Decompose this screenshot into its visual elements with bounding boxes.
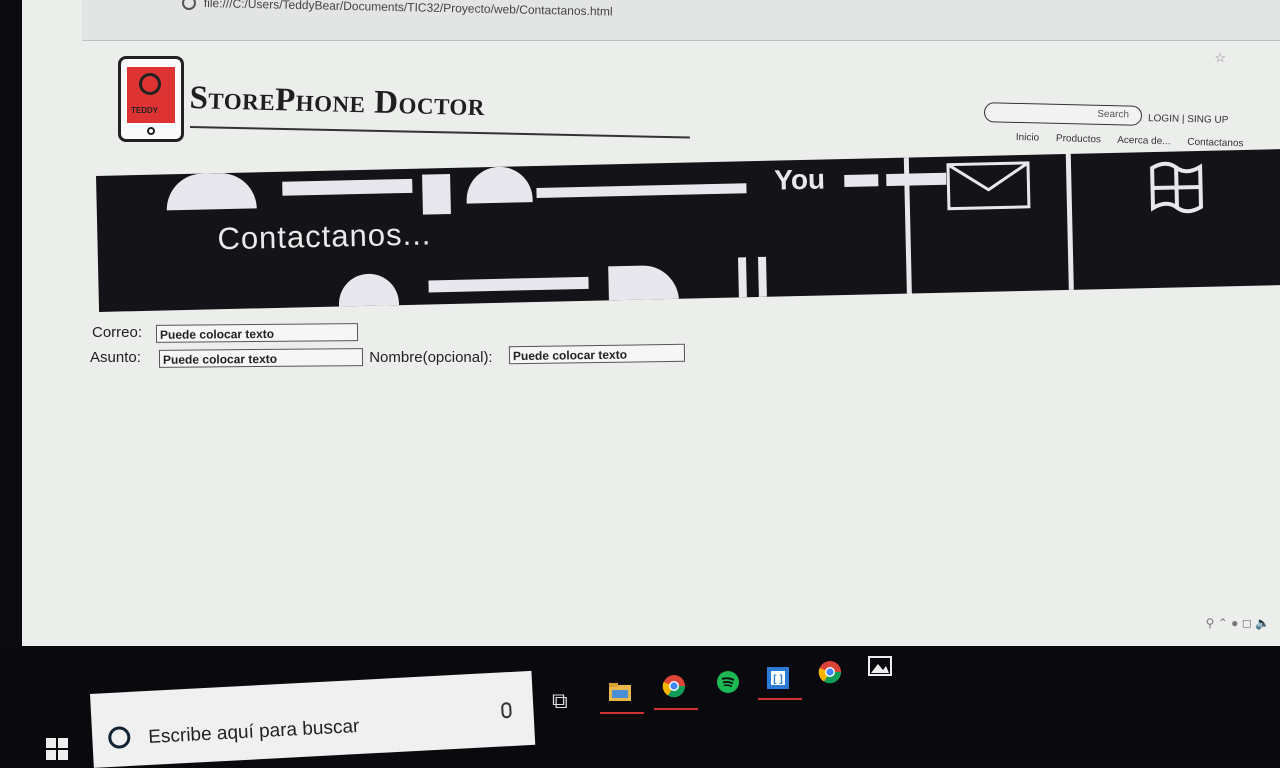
banner-shape <box>338 273 400 309</box>
active-indicator <box>654 708 698 710</box>
banner-divider <box>1065 153 1074 290</box>
address-bar[interactable]: file:///C:/Users/TeddyBear/Documents/TIC… <box>82 0 1280 41</box>
banner-shape <box>282 178 413 196</box>
mail-icon <box>946 161 1031 211</box>
info-icon <box>182 0 196 10</box>
site-search-input[interactable]: Search <box>983 102 1143 126</box>
nav-item-productos[interactable]: Productos <box>1056 133 1101 145</box>
correo-row: Correo: Puede colocar texto <box>92 323 359 343</box>
file-explorer-icon[interactable] <box>608 680 632 704</box>
banner-shape <box>465 166 533 204</box>
system-tray-icons[interactable]: ⚲ ⌃ ● ◻ 🔈 <box>1206 616 1270 630</box>
cortana-icon <box>107 725 131 750</box>
taskbar-search-box[interactable]: Escribe aquí para buscar <box>90 670 536 768</box>
login-signup-link[interactable]: LOGIN | SING UP <box>1148 113 1229 126</box>
youtube-text: You <box>773 163 826 196</box>
asunto-row: Asunto: Puede colocar texto Nombre(opcio… <box>90 343 685 368</box>
main-nav: Inicio Productos Acerca de... Contactano… <box>1016 132 1258 150</box>
logo-text: TEDDY <box>131 106 159 115</box>
windows-start-icon[interactable] <box>46 738 68 760</box>
task-view-icon[interactable]: ⧉ <box>552 688 576 713</box>
taskbar-search-placeholder: Escribe aquí para buscar <box>147 715 360 748</box>
logo-image: TEDDY <box>127 67 175 123</box>
chrome-icon-2[interactable] <box>818 660 842 684</box>
asunto-input[interactable]: Puede colocar texto <box>158 348 364 368</box>
active-indicator <box>600 712 644 714</box>
chrome-icon[interactable] <box>662 674 686 698</box>
correo-label: Correo: <box>92 324 143 341</box>
microphone-icon[interactable] <box>501 701 512 719</box>
logo-face-icon <box>139 73 161 95</box>
banner-heading: Contactanos... <box>217 216 432 257</box>
nav-item-contactanos[interactable]: Contactanos <box>1187 137 1243 150</box>
banner-shape <box>608 264 679 303</box>
contact-banner: You Contactanos... <box>96 149 1280 312</box>
photos-icon[interactable] <box>868 654 892 678</box>
nombre-label: Nombre(opcional): <box>369 349 493 366</box>
nav-item-acerca[interactable]: Acerca de... <box>1117 135 1171 147</box>
banner-shape <box>886 172 947 187</box>
banner-shape <box>422 173 451 215</box>
banner-shape <box>844 174 879 188</box>
banner-shape <box>536 183 747 199</box>
nombre-input[interactable]: Puede colocar texto <box>508 343 685 365</box>
svg-text:[ ]: [ ] <box>773 674 782 685</box>
browser-window: file:///C:/Users/TeddyBear/Documents/TIC… <box>22 0 1280 730</box>
title-divider <box>189 126 690 139</box>
logo[interactable]: TEDDY <box>118 56 184 142</box>
site-title: StorePhone Doctor <box>189 80 486 124</box>
spotify-icon[interactable] <box>716 670 740 694</box>
windows-flag-icon <box>1150 161 1204 214</box>
banner-shape <box>738 257 747 298</box>
active-indicator <box>758 698 802 700</box>
correo-input[interactable]: Puede colocar texto <box>156 323 359 343</box>
phone-home-button-icon <box>147 127 155 135</box>
nav-item-inicio[interactable]: Inicio <box>1016 132 1040 144</box>
page-content: TEDDY StorePhone Doctor Search LOGIN | S… <box>22 40 1280 730</box>
brackets-editor-icon[interactable]: [ ] <box>766 666 790 690</box>
url-text[interactable]: file:///C:/Users/TeddyBear/Documents/TIC… <box>204 0 613 19</box>
banner-shape <box>758 256 767 297</box>
windows-taskbar: Escribe aquí para buscar ⧉ [ ] ⚲ ⌃ ● ◻ 🔈 <box>0 616 1280 768</box>
banner-shape <box>428 276 589 293</box>
asunto-label: Asunto: <box>90 349 141 366</box>
banner-shape <box>165 172 257 211</box>
